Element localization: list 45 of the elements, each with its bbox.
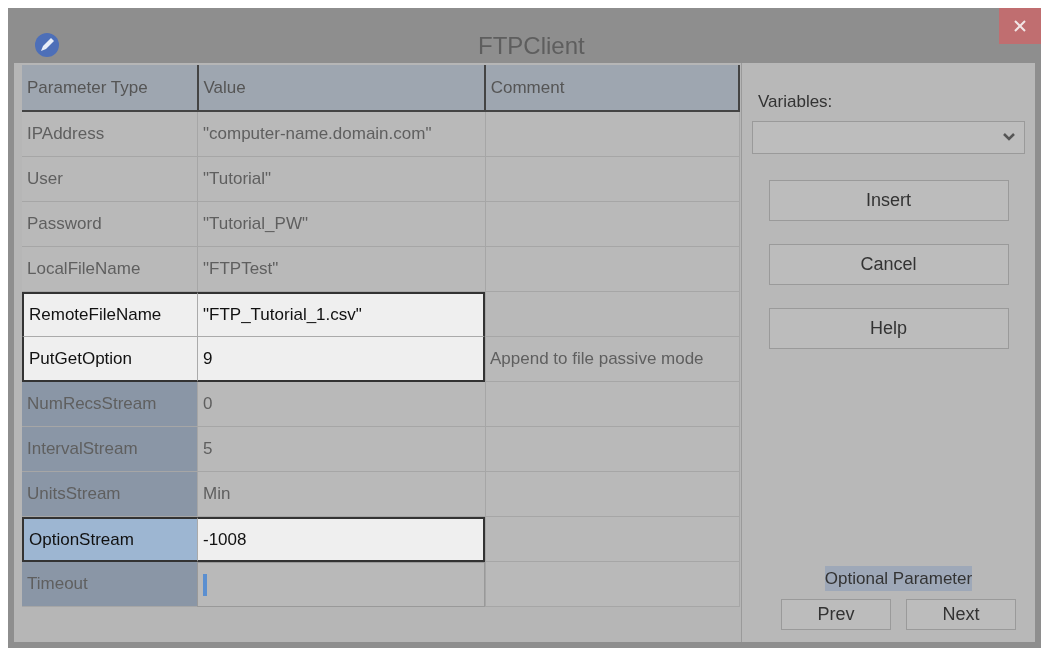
- variables-label: Variables:: [758, 91, 833, 113]
- parameter-cell[interactable]: Timeout: [22, 562, 197, 607]
- value-cell[interactable]: "FTP_Tutorial_1.csv": [197, 292, 485, 337]
- dialog-button[interactable]: Help: [768, 307, 1009, 349]
- dialog-button[interactable]: Insert: [768, 179, 1009, 221]
- parameter-cell[interactable]: OptionStream: [22, 517, 197, 562]
- value-cell[interactable]: Min: [197, 472, 485, 517]
- column-header: Value: [196, 65, 484, 110]
- comment-cell[interactable]: [485, 517, 740, 562]
- chevron-down-icon: [1002, 132, 1016, 142]
- optional-parameter-label: Optional Parameter: [824, 565, 973, 591]
- value-cell[interactable]: "Tutorial_PW": [197, 202, 485, 247]
- comment-cell[interactable]: [485, 427, 740, 472]
- value-cell[interactable]: 9: [197, 337, 485, 382]
- parameter-cell[interactable]: UnitsStream: [22, 472, 197, 517]
- value-field[interactable]: [197, 562, 485, 607]
- nav-button[interactable]: Next: [906, 599, 1016, 630]
- column-header: Parameter Type: [26, 76, 149, 99]
- column-header: Comment: [483, 65, 738, 110]
- value-cell[interactable]: "FTPTest": [197, 247, 485, 292]
- parameter-cell[interactable]: NumRecsStream: [22, 382, 197, 427]
- comment-cell[interactable]: [485, 382, 740, 427]
- comment-cell[interactable]: [485, 292, 740, 337]
- value-cell[interactable]: 0: [197, 382, 485, 427]
- dialog-button[interactable]: Cancel: [768, 243, 1009, 285]
- parameter-cell[interactable]: IntervalStream: [22, 427, 197, 472]
- comment-cell[interactable]: [485, 202, 740, 247]
- text-cursor: [203, 573, 207, 596]
- close-icon: [1013, 19, 1027, 33]
- value-cell[interactable]: 5: [197, 427, 485, 472]
- comment-cell[interactable]: [485, 157, 740, 202]
- comment-cell[interactable]: [485, 247, 740, 292]
- comment-cell[interactable]: Append to file passive mode: [485, 337, 740, 382]
- nav-button[interactable]: Prev: [781, 599, 891, 630]
- pencil-icon: [34, 32, 60, 58]
- parameter-cell[interactable]: RemoteFileName: [22, 292, 197, 337]
- value-cell[interactable]: "computer-name.domain.com": [197, 112, 485, 157]
- variables-dropdown[interactable]: [752, 120, 1025, 154]
- comment-cell[interactable]: [485, 112, 740, 157]
- comment-cell[interactable]: [485, 562, 740, 607]
- comment-cell[interactable]: [485, 472, 740, 517]
- parameter-cell[interactable]: PutGetOption: [22, 337, 197, 382]
- value-cell[interactable]: "Tutorial": [197, 157, 485, 202]
- value-cell[interactable]: -1008: [197, 517, 485, 562]
- close-button[interactable]: [999, 8, 1041, 44]
